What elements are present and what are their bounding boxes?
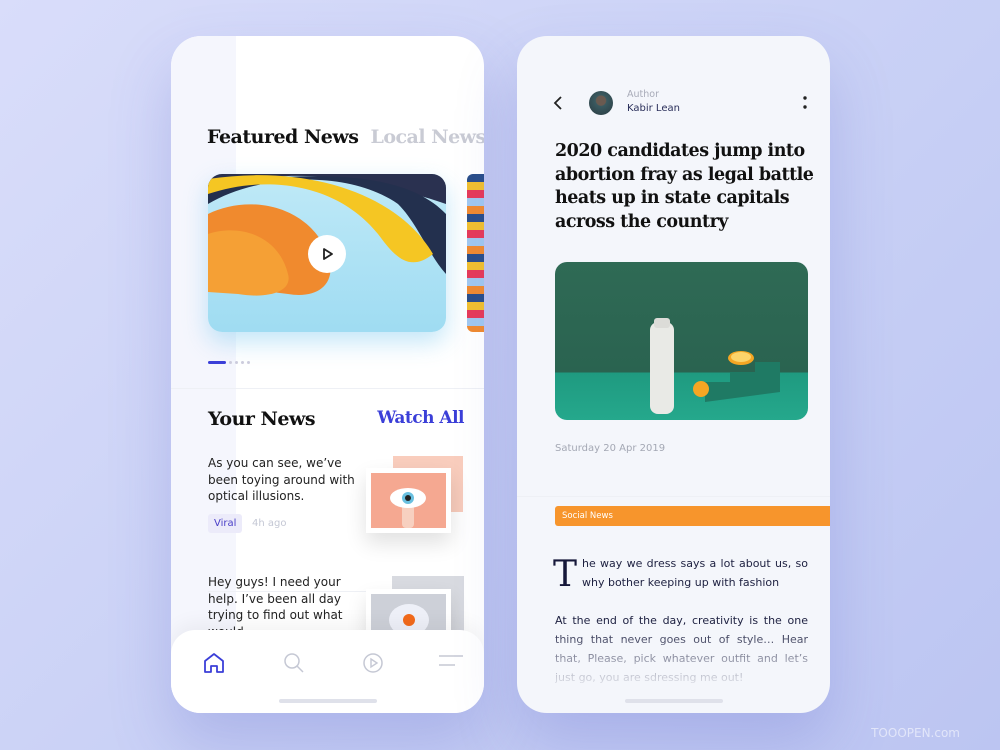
play-circle-icon[interactable]	[362, 652, 384, 674]
page-dot[interactable]	[229, 361, 232, 364]
divider	[171, 388, 484, 389]
home-icon[interactable]	[203, 652, 225, 674]
author-name[interactable]: Kabir Lean	[627, 103, 680, 114]
tab-local-news[interactable]: Local News	[370, 126, 484, 148]
page-dot[interactable]	[241, 361, 244, 364]
featured-video-card[interactable]	[208, 174, 446, 332]
tag-badge[interactable]: Viral	[208, 514, 243, 533]
divider	[517, 496, 830, 497]
home-screen: Featured News Local News Your News Watch …	[171, 36, 484, 713]
eye-illustration	[390, 488, 426, 528]
watermark: TOOOPEN.com	[871, 726, 960, 740]
play-icon	[323, 248, 333, 260]
article-date: Saturday 20 Apr 2019	[555, 443, 666, 454]
home-indicator	[279, 699, 377, 703]
section-title: Your News	[208, 408, 316, 430]
news-item-text[interactable]: As you can see, we’ve been toying around…	[208, 455, 358, 505]
category-banner[interactable]: Social News	[555, 506, 830, 526]
bottle-still-life	[650, 318, 780, 414]
article-screen: Author Kabir Lean 2020 candidates jump i…	[517, 36, 830, 713]
author-label: Author	[627, 89, 659, 100]
timestamp: 4h ago	[252, 518, 287, 529]
back-icon[interactable]	[553, 96, 563, 110]
article-photo[interactable]	[555, 262, 808, 420]
article-body: At the end of the day, creativity is the…	[555, 614, 808, 684]
next-card-preview[interactable]	[467, 174, 484, 332]
article-intro: he way we dress says a lot about us, so …	[582, 557, 808, 589]
menu-icon[interactable]	[439, 654, 463, 668]
play-button[interactable]	[308, 235, 346, 273]
page-dot[interactable]	[208, 361, 226, 364]
author-avatar[interactable]	[589, 91, 613, 115]
news-thumbnail-eye[interactable]	[366, 468, 451, 533]
tab-featured-news[interactable]: Featured News	[207, 126, 359, 148]
page-dot[interactable]	[247, 361, 250, 364]
watch-all-link[interactable]: Watch All	[377, 408, 464, 428]
article-title: 2020 candidates jump into abortion fray …	[555, 141, 814, 232]
bottom-nav	[171, 630, 484, 713]
carousel-pagination	[208, 361, 250, 364]
news-tabs: Featured News Local News	[207, 126, 484, 148]
home-indicator	[625, 699, 723, 703]
more-options-icon[interactable]	[803, 95, 807, 111]
drop-cap: T	[553, 554, 577, 595]
page-dot[interactable]	[235, 361, 238, 364]
search-icon[interactable]	[283, 652, 305, 674]
